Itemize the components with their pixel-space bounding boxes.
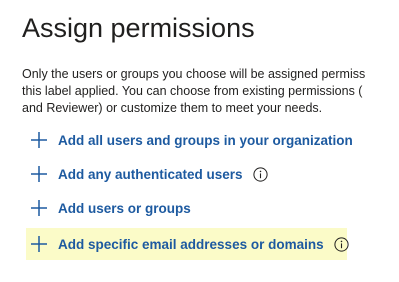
action-label: Add any authenticated users <box>58 166 243 182</box>
description-line: this label applied. You can choose from … <box>22 84 363 98</box>
add-users-or-groups-button[interactable]: Add users or groups <box>26 194 366 222</box>
plus-icon <box>30 131 48 149</box>
add-all-users-and-groups-button[interactable]: Add all users and groups in your organiz… <box>26 126 366 154</box>
assign-permissions-panel: Assign permissions Only the users or gro… <box>0 0 399 282</box>
info-icon[interactable] <box>334 236 349 252</box>
plus-icon <box>30 235 48 253</box>
plus-icon <box>30 165 48 183</box>
page-title: Assign permissions <box>22 13 255 43</box>
description-line: and Reviewer) or customize them to meet … <box>22 101 323 115</box>
action-label: Add specific email addresses or domains <box>58 236 324 252</box>
description: Only the users or groups you choose will… <box>22 66 399 117</box>
action-label: Add all users and groups in your organiz… <box>58 132 353 148</box>
description-line: Only the users or groups you choose will… <box>22 67 366 81</box>
add-authenticated-users-button[interactable]: Add any authenticated users <box>26 160 366 188</box>
info-icon[interactable] <box>252 166 268 182</box>
action-label: Add users or groups <box>58 200 191 216</box>
permission-actions: Add all users and groups in your organiz… <box>26 126 366 266</box>
plus-icon <box>30 199 48 217</box>
add-email-addresses-or-domains-button[interactable]: Add specific email addresses or domains <box>26 228 349 260</box>
